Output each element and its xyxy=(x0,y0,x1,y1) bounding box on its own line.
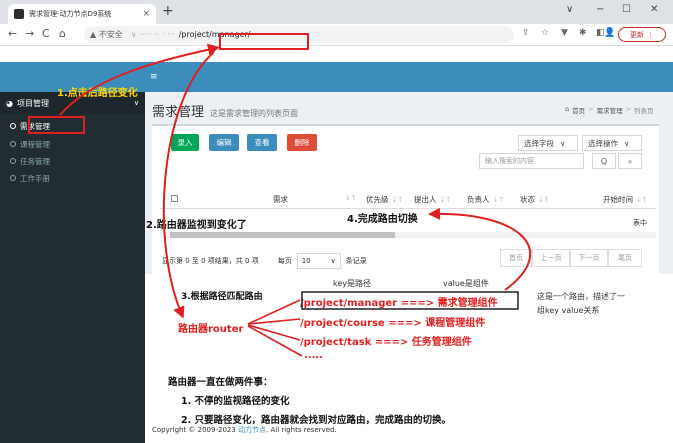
arrow-sidebar-to-url xyxy=(59,43,220,116)
annotation-arrows xyxy=(59,43,532,357)
arrow-route-to-content xyxy=(428,207,532,291)
brace-router-4 xyxy=(247,325,303,357)
brace-router-3 xyxy=(247,324,301,341)
arrow-url-to-router xyxy=(162,51,215,319)
route-highlight-box xyxy=(301,291,519,310)
